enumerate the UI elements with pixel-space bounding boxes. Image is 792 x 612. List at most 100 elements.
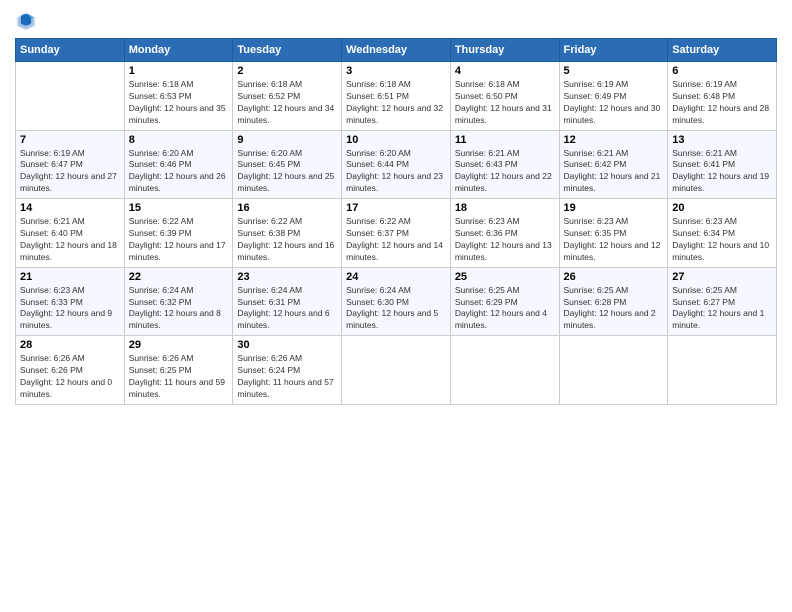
day-number: 23: [237, 271, 337, 283]
week-row-0: 1 Sunrise: 6:18 AMSunset: 6:53 PMDaylight…: [16, 62, 777, 131]
day-number: 10: [346, 134, 446, 146]
cell-info: Sunrise: 6:26 AMSunset: 6:26 PMDaylight:…: [20, 353, 120, 401]
cell-info: Sunrise: 6:18 AMSunset: 6:52 PMDaylight:…: [237, 79, 337, 127]
week-row-1: 7 Sunrise: 6:19 AMSunset: 6:47 PMDaylight…: [16, 130, 777, 199]
calendar-body: 1 Sunrise: 6:18 AMSunset: 6:53 PMDaylight…: [16, 62, 777, 405]
day-number: 19: [564, 202, 664, 214]
day-number: 21: [20, 271, 120, 283]
day-number: 16: [237, 202, 337, 214]
calendar-cell: [559, 336, 668, 405]
calendar-cell: 25 Sunrise: 6:25 AMSunset: 6:29 PMDayligh…: [450, 267, 559, 336]
calendar-cell: 9 Sunrise: 6:20 AMSunset: 6:45 PMDaylight…: [233, 130, 342, 199]
calendar-cell: 30 Sunrise: 6:26 AMSunset: 6:24 PMDayligh…: [233, 336, 342, 405]
calendar-cell: 15 Sunrise: 6:22 AMSunset: 6:39 PMDayligh…: [124, 199, 233, 268]
cell-info: Sunrise: 6:24 AMSunset: 6:31 PMDaylight:…: [237, 285, 337, 333]
day-number: 9: [237, 134, 337, 146]
cell-info: Sunrise: 6:19 AMSunset: 6:48 PMDaylight:…: [672, 79, 772, 127]
calendar-cell: 26Sunrise: 6:25 AMSunset: 6:28 PMDayligh…: [559, 267, 668, 336]
day-number: 20: [672, 202, 772, 214]
cell-info: Sunrise: 6:18 AMSunset: 6:50 PMDaylight:…: [455, 79, 555, 127]
day-number: 5: [564, 65, 664, 77]
day-number: 24: [346, 271, 446, 283]
calendar-table: SundayMondayTuesdayWednesdayThursdayFrid…: [15, 38, 777, 405]
weekday-header-thursday: Thursday: [450, 39, 559, 62]
calendar-cell: 11 Sunrise: 6:21 AMSunset: 6:43 PMDayligh…: [450, 130, 559, 199]
page: SundayMondayTuesdayWednesdayThursdayFrid…: [0, 0, 792, 612]
calendar-cell: 28 Sunrise: 6:26 AMSunset: 6:26 PMDayligh…: [16, 336, 125, 405]
calendar-cell: 16 Sunrise: 6:22 AMSunset: 6:38 PMDayligh…: [233, 199, 342, 268]
calendar-cell: [342, 336, 451, 405]
calendar-cell: 21 Sunrise: 6:23 AMSunset: 6:33 PMDayligh…: [16, 267, 125, 336]
calendar-header: SundayMondayTuesdayWednesdayThursdayFrid…: [16, 39, 777, 62]
calendar-cell: 4 Sunrise: 6:18 AMSunset: 6:50 PMDaylight…: [450, 62, 559, 131]
calendar-cell: 29 Sunrise: 6:26 AMSunset: 6:25 PMDayligh…: [124, 336, 233, 405]
day-number: 18: [455, 202, 555, 214]
calendar-cell: 10Sunrise: 6:20 AMSunset: 6:44 PMDayligh…: [342, 130, 451, 199]
cell-info: Sunrise: 6:18 AMSunset: 6:51 PMDaylight:…: [346, 79, 446, 127]
calendar-cell: 27 Sunrise: 6:25 AMSunset: 6:27 PMDayligh…: [668, 267, 777, 336]
day-number: 25: [455, 271, 555, 283]
calendar-cell: 7 Sunrise: 6:19 AMSunset: 6:47 PMDaylight…: [16, 130, 125, 199]
calendar-cell: [450, 336, 559, 405]
weekday-header-friday: Friday: [559, 39, 668, 62]
cell-info: Sunrise: 6:23 AMSunset: 6:34 PMDaylight:…: [672, 216, 772, 264]
day-number: 30: [237, 339, 337, 351]
cell-info: Sunrise: 6:25 AMSunset: 6:27 PMDaylight:…: [672, 285, 772, 333]
week-row-2: 14 Sunrise: 6:21 AMSunset: 6:40 PMDayligh…: [16, 199, 777, 268]
weekday-header-saturday: Saturday: [668, 39, 777, 62]
day-number: 7: [20, 134, 120, 146]
day-number: 4: [455, 65, 555, 77]
day-number: 3: [346, 65, 446, 77]
cell-info: Sunrise: 6:19 AMSunset: 6:47 PMDaylight:…: [20, 148, 120, 196]
weekday-header-monday: Monday: [124, 39, 233, 62]
day-number: 13: [672, 134, 772, 146]
day-number: 11: [455, 134, 555, 146]
calendar-cell: 12 Sunrise: 6:21 AMSunset: 6:42 PMDayligh…: [559, 130, 668, 199]
cell-info: Sunrise: 6:22 AMSunset: 6:39 PMDaylight:…: [129, 216, 229, 264]
weekday-header-wednesday: Wednesday: [342, 39, 451, 62]
cell-info: Sunrise: 6:21 AMSunset: 6:43 PMDaylight:…: [455, 148, 555, 196]
weekday-row: SundayMondayTuesdayWednesdayThursdayFrid…: [16, 39, 777, 62]
calendar-cell: 13Sunrise: 6:21 AMSunset: 6:41 PMDayligh…: [668, 130, 777, 199]
calendar-cell: 20 Sunrise: 6:23 AMSunset: 6:34 PMDayligh…: [668, 199, 777, 268]
day-number: 1: [129, 65, 229, 77]
logo-icon: [15, 10, 37, 32]
calendar-cell: [668, 336, 777, 405]
calendar-cell: 14 Sunrise: 6:21 AMSunset: 6:40 PMDayligh…: [16, 199, 125, 268]
calendar-cell: 18 Sunrise: 6:23 AMSunset: 6:36 PMDayligh…: [450, 199, 559, 268]
calendar-cell: 23 Sunrise: 6:24 AMSunset: 6:31 PMDayligh…: [233, 267, 342, 336]
calendar-cell: 22Sunrise: 6:24 AMSunset: 6:32 PMDayligh…: [124, 267, 233, 336]
day-number: 29: [129, 339, 229, 351]
day-number: 15: [129, 202, 229, 214]
cell-info: Sunrise: 6:26 AMSunset: 6:25 PMDaylight:…: [129, 353, 229, 401]
cell-info: Sunrise: 6:23 AMSunset: 6:36 PMDaylight:…: [455, 216, 555, 264]
day-number: 28: [20, 339, 120, 351]
weekday-header-sunday: Sunday: [16, 39, 125, 62]
cell-info: Sunrise: 6:21 AMSunset: 6:42 PMDaylight:…: [564, 148, 664, 196]
calendar-cell: 19Sunrise: 6:23 AMSunset: 6:35 PMDayligh…: [559, 199, 668, 268]
day-number: 14: [20, 202, 120, 214]
cell-info: Sunrise: 6:23 AMSunset: 6:33 PMDaylight:…: [20, 285, 120, 333]
calendar-cell: 1 Sunrise: 6:18 AMSunset: 6:53 PMDaylight…: [124, 62, 233, 131]
weekday-header-tuesday: Tuesday: [233, 39, 342, 62]
day-number: 12: [564, 134, 664, 146]
week-row-4: 28 Sunrise: 6:26 AMSunset: 6:26 PMDayligh…: [16, 336, 777, 405]
day-number: 27: [672, 271, 772, 283]
calendar-cell: 5 Sunrise: 6:19 AMSunset: 6:49 PMDaylight…: [559, 62, 668, 131]
cell-info: Sunrise: 6:25 AMSunset: 6:29 PMDaylight:…: [455, 285, 555, 333]
cell-info: Sunrise: 6:19 AMSunset: 6:49 PMDaylight:…: [564, 79, 664, 127]
cell-info: Sunrise: 6:20 AMSunset: 6:45 PMDaylight:…: [237, 148, 337, 196]
day-number: 22: [129, 271, 229, 283]
cell-info: Sunrise: 6:18 AMSunset: 6:53 PMDaylight:…: [129, 79, 229, 127]
logo: [15, 10, 41, 32]
cell-info: Sunrise: 6:22 AMSunset: 6:37 PMDaylight:…: [346, 216, 446, 264]
cell-info: Sunrise: 6:20 AMSunset: 6:46 PMDaylight:…: [129, 148, 229, 196]
cell-info: Sunrise: 6:22 AMSunset: 6:38 PMDaylight:…: [237, 216, 337, 264]
calendar-cell: 17 Sunrise: 6:22 AMSunset: 6:37 PMDayligh…: [342, 199, 451, 268]
day-number: 17: [346, 202, 446, 214]
day-number: 6: [672, 65, 772, 77]
cell-info: Sunrise: 6:26 AMSunset: 6:24 PMDaylight:…: [237, 353, 337, 401]
cell-info: Sunrise: 6:24 AMSunset: 6:30 PMDaylight:…: [346, 285, 446, 333]
cell-info: Sunrise: 6:21 AMSunset: 6:40 PMDaylight:…: [20, 216, 120, 264]
calendar-cell: [16, 62, 125, 131]
